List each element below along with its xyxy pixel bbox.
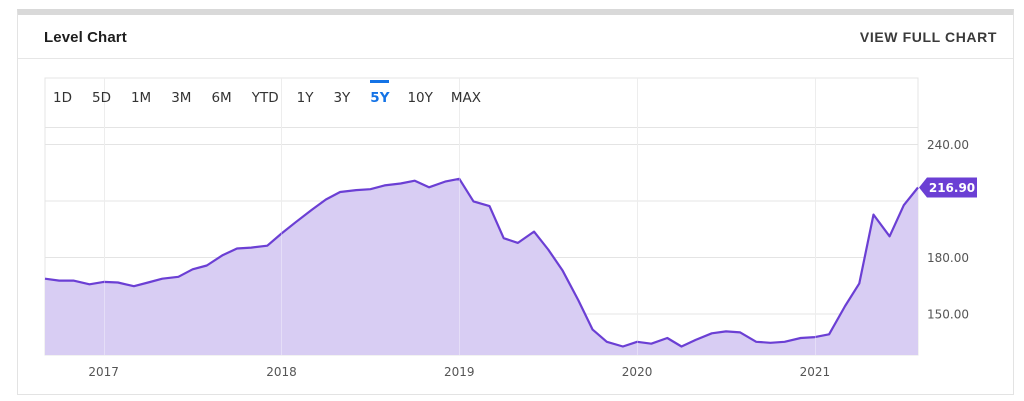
range-button-1d[interactable]: 1D [53, 86, 72, 112]
last-value-label: 216.90 [929, 181, 975, 195]
x-tick-label: 2019 [444, 365, 475, 379]
x-tick-label: 2017 [88, 365, 119, 379]
range-button-1m[interactable]: 1M [131, 86, 151, 112]
x-axis-labels: 2017 2018 2019 2020 2021 [88, 365, 830, 379]
y-tick-label: 240.00 [927, 138, 969, 152]
area-series [44, 78, 919, 355]
range-button-10y[interactable]: 10Y [407, 86, 432, 112]
y-axis-labels: 150.00 180.00 240.00 [927, 138, 969, 322]
x-tick-label: 2020 [622, 365, 653, 379]
range-selector: 1D 5D 1M 3M 6M YTD 1Y 3Y 5Y 10Y MAX [53, 80, 481, 112]
range-button-5y[interactable]: 5Y [370, 80, 390, 112]
range-button-1y[interactable]: 1Y [297, 86, 314, 112]
range-button-max[interactable]: MAX [451, 86, 481, 112]
y-tick-label: 180.00 [927, 251, 969, 265]
range-button-ytd[interactable]: YTD [252, 86, 279, 112]
last-value-marker: 216.90 [919, 177, 977, 198]
range-button-6m[interactable]: 6M [211, 86, 231, 112]
chart-canvas: 2017 2018 2019 2020 2021 150.00180.00240.00 … [44, 77, 977, 379]
range-button-3y[interactable]: 3Y [333, 86, 350, 112]
y-tick-label: 150.00 [927, 308, 969, 322]
x-tick-label: 2021 [800, 365, 831, 379]
range-button-3m[interactable]: 3M [171, 86, 191, 112]
area-fill [45, 178, 918, 355]
range-button-5d[interactable]: 5D [92, 86, 111, 112]
x-tick-label: 2018 [266, 365, 297, 379]
